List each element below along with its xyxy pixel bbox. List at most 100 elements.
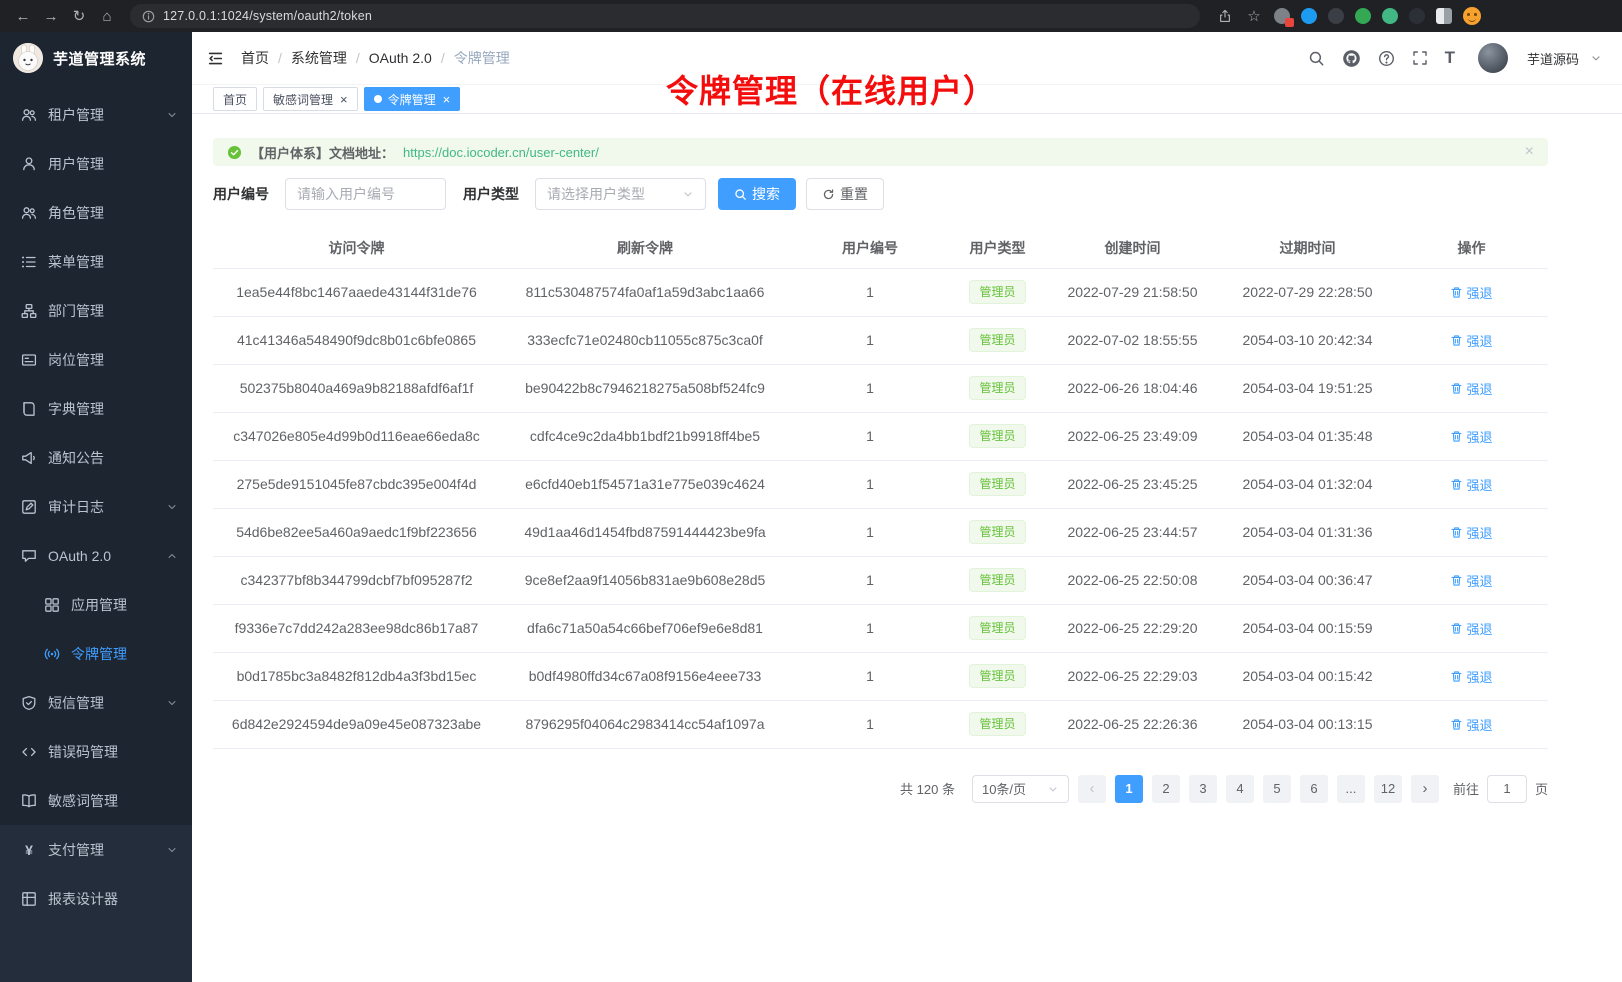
force-logout-button[interactable]: 强退 [1450,379,1492,398]
access-token-cell: c342377bf8b344799dcbf7bf095287f2 [213,556,500,604]
user-id-input[interactable] [285,178,446,210]
browser-profile-avatar[interactable] [1463,7,1481,25]
extension-icon-1[interactable] [1274,8,1290,24]
sidebar-item-支付管理[interactable]: ¥支付管理 [0,825,192,874]
alert-link[interactable]: https://doc.iocoder.cn/user-center/ [403,145,599,160]
force-logout-button[interactable]: 强退 [1450,571,1492,590]
site-info-icon[interactable] [142,10,155,23]
sidebar-item-菜单管理[interactable]: 菜单管理 [0,237,192,286]
force-logout-button[interactable]: 强退 [1450,619,1492,638]
page-size-select[interactable]: 10条/页 [972,775,1069,803]
goto-page-input[interactable] [1487,775,1527,803]
page-button-5[interactable]: 5 [1263,775,1291,803]
chevron-down-icon [1047,783,1059,795]
user-type-cell: 管理员 [950,604,1045,652]
sidebar-item-OAuth 2.0[interactable]: OAuth 2.0 [0,531,192,580]
navbar: 首页/系统管理/OAuth 2.0/令牌管理 T 芋道源码 [192,32,1622,85]
reset-button[interactable]: 重置 [806,178,884,210]
sidebar-item-用户管理[interactable]: 用户管理 [0,139,192,188]
extension-icon-5[interactable] [1382,8,1398,24]
reload-icon[interactable]: ↻ [66,4,92,28]
close-icon[interactable]: × [443,93,451,106]
close-icon[interactable]: × [1525,144,1534,160]
force-logout-button[interactable]: 强退 [1450,475,1492,494]
refresh-token-cell: cdfc4ce9c2da4bb1bdf21b9918ff4be5 [500,412,790,460]
user-id-cell: 1 [790,460,950,508]
breadcrumb-item[interactable]: OAuth 2.0 [369,50,432,66]
force-logout-button[interactable]: 强退 [1450,283,1492,302]
force-logout-button[interactable]: 强退 [1450,715,1492,734]
sidebar-item-短信管理[interactable]: 短信管理 [0,678,192,727]
next-page-button[interactable]: › [1411,775,1439,803]
prev-page-button[interactable]: ‹ [1078,775,1106,803]
tab-首页[interactable]: 首页 [213,87,257,111]
extension-icon-2[interactable] [1301,8,1317,24]
sidebar-item-通知公告[interactable]: 通知公告 [0,433,192,482]
action-cell: 强退 [1395,652,1548,700]
page-button-1[interactable]: 1 [1115,775,1143,803]
code-icon [21,744,37,760]
github-icon[interactable] [1342,49,1361,68]
trash-icon [1450,622,1463,635]
app-logo[interactable]: 芋道管理系统 [0,32,192,84]
close-icon[interactable]: × [340,93,348,106]
sidebar-item-审计日志[interactable]: 审计日志 [0,482,192,531]
menu-collapse-icon[interactable] [207,50,224,67]
sidebar-item-令牌管理[interactable]: 令牌管理 [0,629,192,678]
expire-time-cell: 2054-03-04 01:32:04 [1220,460,1395,508]
goto-label: 前往 [1453,779,1479,798]
search-icon[interactable] [1308,50,1325,67]
bookmark-star-icon[interactable]: ☆ [1245,4,1263,28]
extension-icon-3[interactable] [1328,8,1344,24]
select-placeholder: 请选择用户类型 [547,184,645,204]
page-button-12[interactable]: 12 [1374,775,1402,803]
expire-time-cell: 2054-03-04 00:36:47 [1220,556,1395,604]
page-button-6[interactable]: 6 [1300,775,1328,803]
address-bar[interactable]: 127.0.0.1:1024/system/oauth2/token [130,4,1200,28]
sidebar-item-敏感词管理[interactable]: 敏感词管理 [0,776,192,825]
home-icon[interactable]: ⌂ [94,4,120,28]
breadcrumb-item[interactable]: 首页 [241,48,269,68]
search-button[interactable]: 搜索 [718,178,796,210]
sidebar-item-租户管理[interactable]: 租户管理 [0,90,192,139]
page-button-2[interactable]: 2 [1152,775,1180,803]
force-logout-button[interactable]: 强退 [1450,523,1492,542]
force-logout-button[interactable]: 强退 [1450,331,1492,350]
access-token-cell: b0d1785bc3a8482f812db4a3f3bd15ec [213,652,500,700]
user-avatar[interactable] [1478,43,1508,73]
user-name[interactable]: 芋道源码 [1527,49,1579,68]
help-icon[interactable] [1378,50,1395,67]
extension-icon-4[interactable] [1355,8,1371,24]
fullscreen-icon[interactable] [1412,50,1428,66]
sidebar-item-角色管理[interactable]: 角色管理 [0,188,192,237]
sidebar-item-label: 部门管理 [48,301,104,321]
access-token-cell: 6d842e2924594de9a09e45e087323abe [213,700,500,748]
tab-敏感词管理[interactable]: 敏感词管理× [263,87,358,111]
back-icon[interactable]: ← [10,4,36,28]
force-logout-button[interactable]: 强退 [1450,667,1492,686]
tab-令牌管理[interactable]: 令牌管理× [364,87,461,111]
sidebar-item-岗位管理[interactable]: 岗位管理 [0,335,192,384]
user-type-select[interactable]: 请选择用户类型 [535,178,706,210]
expire-time-cell: 2054-03-04 00:15:42 [1220,652,1395,700]
page-button-3[interactable]: 3 [1189,775,1217,803]
sidebar-item-部门管理[interactable]: 部门管理 [0,286,192,335]
refresh-token-cell: 9ce8ef2aa9f14056b831ae9b608e28d5 [500,556,790,604]
sidebar-item-label: 角色管理 [48,203,104,223]
share-icon[interactable] [1216,4,1234,28]
tab-split-icon[interactable] [1436,8,1452,24]
user-id-label: 用户编号 [213,184,269,204]
sidebar-item-报表设计器[interactable]: 报表设计器 [0,874,192,923]
page-button-4[interactable]: 4 [1226,775,1254,803]
sidebar-item-字典管理[interactable]: 字典管理 [0,384,192,433]
extension-icon-6[interactable] [1409,8,1425,24]
action-cell: 强退 [1395,604,1548,652]
breadcrumb-item[interactable]: 系统管理 [291,48,347,68]
sidebar-item-应用管理[interactable]: 应用管理 [0,580,192,629]
force-logout-button[interactable]: 强退 [1450,427,1492,446]
sidebar-item-错误码管理[interactable]: 错误码管理 [0,727,192,776]
trash-icon [1450,574,1463,587]
more-pages-button[interactable]: ... [1337,775,1365,803]
font-size-icon[interactable]: T [1445,48,1455,68]
forward-icon[interactable]: → [38,4,64,28]
